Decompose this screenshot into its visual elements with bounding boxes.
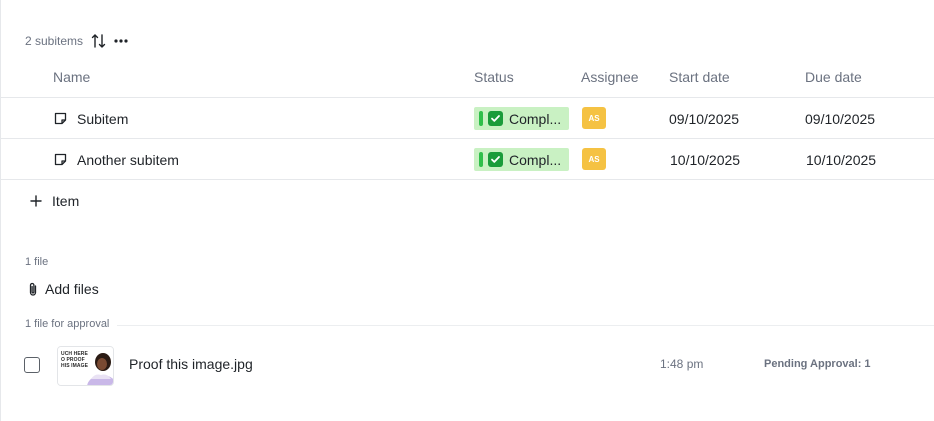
status-text: Compl...: [509, 151, 562, 168]
approval-section-label: 1 file for approval: [25, 318, 118, 330]
due-date-cell[interactable]: 10/10/2025: [806, 139, 876, 180]
status-bar: [479, 111, 483, 126]
add-files-label: Add files: [45, 281, 99, 297]
files-count: 1 file: [25, 256, 49, 268]
thumbnail-text: UCH HERE O PROOF HIS IMAGE: [61, 351, 89, 369]
check-icon: [488, 152, 503, 167]
file-name[interactable]: Proof this image.jpg: [129, 356, 253, 372]
status-pill[interactable]: Compl...: [474, 148, 569, 171]
subitems-header: 2 subitems: [25, 31, 128, 51]
status-pill[interactable]: Compl...: [474, 107, 569, 130]
divider: [25, 325, 934, 326]
column-header-status[interactable]: Status: [474, 69, 514, 85]
subitem-name-cell[interactable]: Subitem: [54, 98, 128, 139]
file-thumbnail[interactable]: UCH HERE O PROOF HIS IMAGE: [57, 346, 114, 386]
status-bar: [479, 152, 483, 167]
sort-icon[interactable]: [91, 33, 106, 49]
note-icon: [54, 153, 67, 166]
note-icon: [54, 112, 67, 125]
left-border: [0, 0, 1, 421]
file-timestamp: 1:48 pm: [660, 357, 704, 371]
column-header-name[interactable]: Name: [53, 69, 90, 85]
subitem-name-cell[interactable]: Another subitem: [54, 139, 179, 180]
check-icon: [488, 111, 503, 126]
add-item-label: Item: [52, 193, 80, 209]
subitem-name: Subitem: [77, 110, 129, 127]
more-options-icon[interactable]: [114, 39, 128, 43]
column-header-due-date[interactable]: Due date: [805, 69, 862, 85]
start-date-cell[interactable]: 09/10/2025: [669, 98, 739, 139]
column-header-start-date[interactable]: Start date: [669, 69, 730, 85]
paperclip-icon: [28, 282, 38, 297]
approval-status-link[interactable]: Pending Approval: 1: [764, 358, 871, 370]
subitems-count: 2 subitems: [25, 34, 84, 48]
table-row: Another subitem Compl... AS 10/10/2025 1…: [1, 139, 934, 180]
divider: [1, 179, 934, 180]
add-files-button[interactable]: Add files: [28, 280, 99, 298]
plus-icon: [30, 195, 42, 207]
file-select-checkbox[interactable]: [24, 357, 40, 373]
avatar[interactable]: AS: [582, 148, 606, 170]
table-row: Subitem Compl... AS 09/10/2025 09/10/202…: [1, 98, 934, 139]
avatar[interactable]: AS: [582, 107, 606, 129]
subitem-name: Another subitem: [77, 151, 179, 168]
add-item-button[interactable]: Item: [30, 191, 79, 211]
due-date-cell[interactable]: 09/10/2025: [805, 98, 875, 139]
start-date-cell[interactable]: 10/10/2025: [670, 139, 740, 180]
status-text: Compl...: [509, 110, 562, 127]
column-header-assignee[interactable]: Assignee: [581, 69, 639, 85]
